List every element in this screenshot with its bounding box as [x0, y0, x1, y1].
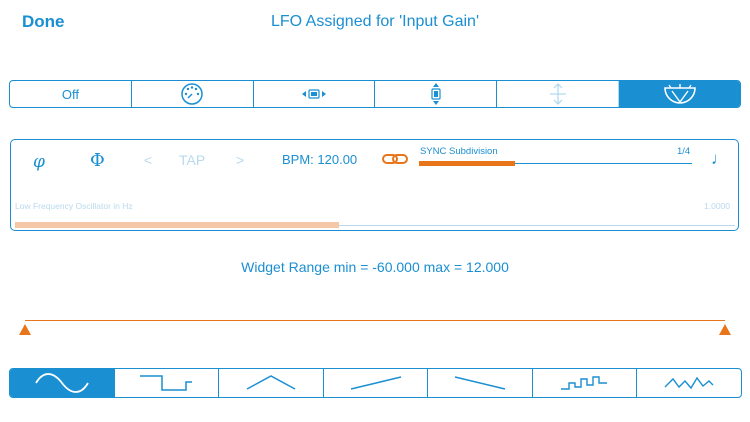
mode-off[interactable]: Off — [10, 81, 132, 107]
waveform-ramp-down[interactable] — [428, 369, 533, 397]
knob-icon — [179, 81, 205, 107]
mode-arrows[interactable] — [497, 81, 620, 107]
waveform-triangle[interactable] — [219, 369, 324, 397]
meter-dial-icon — [662, 82, 698, 106]
lfo-slider-fill[interactable] — [15, 222, 339, 228]
stepped-random-icon — [557, 373, 613, 393]
triangle-wave-icon — [243, 373, 299, 393]
mode-off-label: Off — [61, 86, 79, 102]
mode-segmented-control: Off — [9, 80, 741, 108]
waveform-stepped-random[interactable] — [533, 369, 638, 397]
range-slider-track[interactable] — [25, 320, 725, 321]
vertical-arrows-icon — [546, 82, 570, 106]
waveform-segmented-control — [9, 368, 742, 398]
widget-range-label: Widget Range min = -60.000 max = 12.000 — [241, 259, 509, 275]
waveform-ramp-up[interactable] — [324, 369, 429, 397]
horizontal-pan-icon — [301, 87, 327, 101]
mode-vertical[interactable] — [375, 81, 498, 107]
lfo-frequency-label: Low Frequency Oscillator in Hz — [15, 201, 133, 211]
sync-slider-fill[interactable] — [419, 161, 515, 166]
lfo-frequency-value: 1.0000 — [704, 201, 730, 211]
lfo-panel: φ Φ < TAP > BPM: 120.00 SYNC Subdivision… — [10, 139, 739, 231]
sync-subdivision-value: 1/4 — [677, 146, 691, 157]
mode-horizontal[interactable] — [254, 81, 376, 107]
waveform-square[interactable] — [115, 369, 220, 397]
note-icon[interactable]: ♩ — [711, 149, 728, 169]
page-title: LFO Assigned for 'Input Gain' — [271, 13, 479, 30]
mode-knob[interactable] — [132, 81, 254, 107]
ramp-down-icon — [452, 373, 508, 393]
link-icon[interactable] — [382, 152, 408, 166]
waveform-noise[interactable] — [637, 369, 741, 397]
square-wave-icon — [138, 373, 194, 393]
tap-button[interactable]: TAP — [179, 152, 205, 168]
tap-next-button[interactable]: > — [236, 152, 244, 168]
range-max-handle[interactable] — [719, 324, 731, 335]
range-min-handle[interactable] — [19, 324, 31, 335]
phase-button[interactable]: φ — [33, 152, 45, 172]
vertical-slider-icon — [429, 82, 443, 106]
bpm-label: BPM: 120.00 — [282, 152, 358, 167]
tap-prev-button[interactable]: < — [144, 152, 152, 168]
ramp-up-icon — [348, 373, 404, 393]
waveform-sine[interactable] — [10, 369, 115, 397]
sync-subdivision-label: SYNC Subdivision — [420, 146, 498, 157]
mode-meter[interactable] — [619, 81, 740, 107]
sine-wave-icon — [34, 373, 90, 393]
noise-wave-icon — [661, 373, 717, 393]
phase-reset-button[interactable]: Φ — [90, 150, 105, 171]
